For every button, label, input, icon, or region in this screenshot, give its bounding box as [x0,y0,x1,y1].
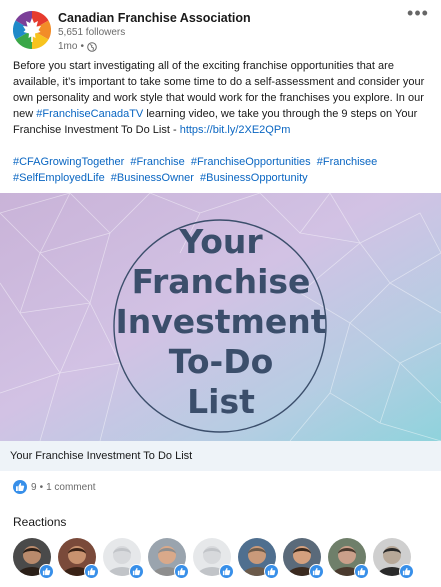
media-title-line-3: Investment [115,302,326,341]
like-count[interactable]: 9 [31,482,37,493]
like-icon [309,564,324,579]
reactor-avatar[interactable] [193,538,234,579]
hashtag-link[interactable]: #FranchiseOpportunities [191,156,311,168]
comment-count[interactable]: 1 comment [46,482,95,493]
post-body: Before you start investigating all of th… [13,58,431,186]
reactor-avatar[interactable] [283,538,324,579]
like-icon [264,564,279,579]
like-icon [354,564,369,579]
hashtag-link[interactable]: #BusinessOwner [111,172,194,184]
follower-count: 5,651 followers [58,27,126,38]
media-caption: Your Franchise Investment To Do List [10,450,193,462]
reactor-avatar[interactable] [13,538,54,579]
like-icon [399,564,414,579]
like-icon [129,564,144,579]
author-name[interactable]: Canadian Franchise Association [58,11,251,25]
like-icon [219,564,234,579]
hashtag-list: #CFAGrowingTogether #Franchise #Franchis… [13,154,431,186]
reactor-avatar[interactable] [58,538,99,579]
reactions-avatar-list [13,538,418,579]
social-separator: • [39,481,44,493]
reactor-avatar[interactable] [103,538,144,579]
reactor-avatar[interactable] [238,538,279,579]
hashtag-link[interactable]: #BusinessOpportunity [200,172,308,184]
hashtag-link[interactable]: #SelfEmployedLife [13,172,105,184]
like-icon [174,564,189,579]
reactor-avatar[interactable] [148,538,189,579]
url-link[interactable]: https://bit.ly/2XE2QPm [180,124,291,136]
media-caption-bar[interactable]: Your Franchise Investment To Do List [0,441,441,471]
hashtag-link[interactable]: #Franchisee [317,156,378,168]
media-title-line-4: To-Do [169,342,274,381]
reactor-avatar[interactable] [373,538,414,579]
hashtag-link[interactable]: #Franchise [130,156,184,168]
more-options-button[interactable]: ••• [407,4,429,24]
like-icon [13,480,27,494]
post-meta: 1mo • [58,41,97,52]
post-header: Canadian Franchise Association 5,651 fol… [0,0,441,56]
post-time: 1mo [58,41,78,52]
media-title-line-1: Your [178,222,263,261]
reactor-avatar[interactable] [328,538,369,579]
post-media-image[interactable]: Your Franchise Investment To-Do List [0,193,441,441]
hashtag-link[interactable]: #CFAGrowingTogether [13,156,124,168]
media-title-line-2: Franchise [132,262,311,301]
hashtag-link[interactable]: #FranchiseCanadaTV [36,108,143,120]
media-title-line-5: List [187,382,255,421]
like-icon [84,564,99,579]
social-counts: 9 • 1 comment [13,480,96,494]
reactions-heading: Reactions [13,515,67,529]
globe-icon [87,41,97,52]
cfa-logo[interactable] [13,11,51,49]
post-description: Before you start investigating all of th… [13,58,431,138]
like-icon [39,564,54,579]
meta-dot: • [80,41,84,52]
